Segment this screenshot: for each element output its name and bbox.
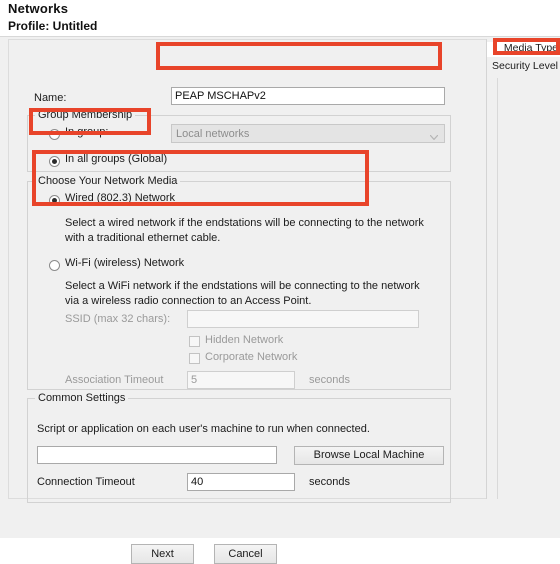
script-path-input[interactable] — [37, 446, 277, 464]
radio-wifi-network[interactable] — [49, 260, 60, 271]
connection-timeout-label: Connection Timeout — [37, 476, 135, 488]
group-membership-title: Group Membership — [35, 109, 136, 121]
wifi-desc-line-1: Select a WiFi network if the endstations… — [65, 280, 420, 292]
group-select[interactable]: Local networks — [171, 124, 445, 143]
sidebar-item-media-type[interactable]: Media Type — [487, 42, 560, 57]
ssid-input[interactable] — [187, 310, 419, 328]
name-label: Name: — [34, 92, 67, 104]
next-button[interactable]: Next — [131, 544, 194, 564]
browse-local-machine-button[interactable]: Browse Local Machine — [294, 446, 444, 465]
radio-wired-network-label: Wired (802.3) Network — [65, 192, 176, 204]
radio-wifi-network-label: Wi-Fi (wireless) Network — [65, 257, 185, 269]
group-select-value: Local networks — [176, 128, 250, 140]
networks-dialog: Name: Group Membership In group: Local n… — [0, 36, 560, 564]
sidebar-item-security-level[interactable]: Security Level — [487, 60, 560, 75]
association-timeout-label: Association Timeout — [65, 374, 164, 386]
radio-in-all-groups-label: In all groups (Global) — [65, 153, 168, 165]
radio-in-group-label: In group: — [65, 126, 109, 138]
ssid-label: SSID (max 32 chars): — [65, 313, 171, 325]
radio-in-all-groups[interactable] — [49, 156, 60, 167]
connection-timeout-units: seconds — [309, 476, 350, 488]
wired-desc-line-2: with a traditional ethernet cable. — [65, 232, 221, 244]
radio-wired-network[interactable] — [49, 195, 60, 206]
page-title: Networks — [8, 1, 69, 16]
checkbox-hidden-network[interactable] — [189, 336, 200, 347]
sidebar-divider — [497, 78, 498, 499]
network-media-title: Choose Your Network Media — [35, 175, 181, 187]
sidebar-tabs-panel: Media Type Security Level — [486, 39, 560, 499]
cancel-button[interactable]: Cancel — [214, 544, 277, 564]
page-header: Networks Profile: Untitled — [0, 0, 560, 38]
wifi-desc-line-2: via a wireless radio connection to an Ac… — [65, 295, 312, 307]
checkbox-corporate-network-label: Corporate Network — [205, 351, 298, 363]
chevron-down-icon — [429, 131, 439, 141]
radio-in-group[interactable] — [49, 129, 60, 140]
script-description: Script or application on each user's mac… — [37, 423, 370, 435]
wired-desc-line-1: Select a wired network if the endstation… — [65, 217, 424, 229]
name-input[interactable] — [171, 87, 445, 105]
common-settings-title: Common Settings — [35, 392, 129, 404]
checkbox-corporate-network[interactable] — [189, 353, 200, 364]
checkbox-hidden-network-label: Hidden Network — [205, 334, 284, 346]
connection-timeout-input[interactable] — [187, 473, 295, 491]
profile-line: Profile: Untitled — [8, 19, 98, 33]
association-timeout-units: seconds — [309, 374, 350, 386]
association-timeout-input[interactable] — [187, 371, 295, 389]
main-panel: Name: Group Membership In group: Local n… — [8, 39, 497, 503]
